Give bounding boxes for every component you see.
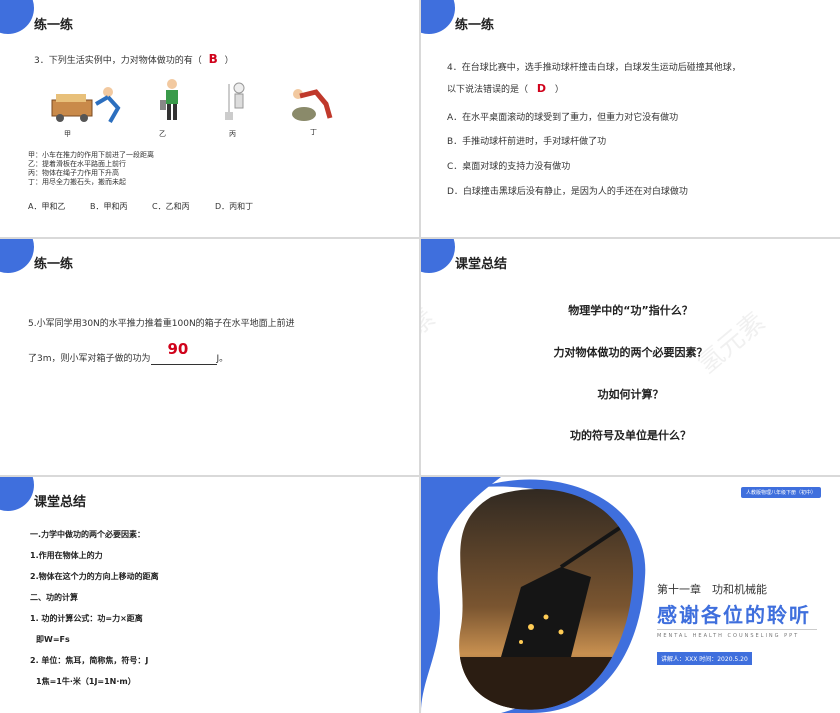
figure-label: 丙 (229, 130, 236, 138)
summary-line: 1. 功的计算公式：功=力×距离 (30, 614, 143, 623)
corner-decoration (421, 239, 455, 273)
figure-person-carrying (160, 79, 178, 120)
slide-5[interactable]: 课堂总结 一.力学中做功的两个必要因素： 1.作用在物体上的力 2.物体在这个力… (0, 477, 419, 713)
corner-decoration (0, 239, 34, 273)
slide-title: 练一练 (455, 18, 495, 33)
slide-6[interactable]: 人教版物理八年级下册（初中） 第十一章 功和机械能 感谢各位的聆听 MENTAL… (421, 477, 840, 713)
corner-decoration (421, 0, 455, 34)
slide-title: 课堂总结 (34, 495, 87, 510)
option-b: B．手推动球杆前进时，手对球杆做了功 (447, 137, 607, 147)
question-line-2: 以下说法错误的是（ D ） (447, 82, 564, 95)
figure-cart-push (51, 87, 121, 123)
figure-lift-stone (292, 89, 333, 121)
summary-line: 2.物体在这个力的方向上移动的距离 (30, 572, 159, 581)
corner-decoration (0, 0, 34, 34)
summary-line: 一.力学中做功的两个必要因素： (30, 530, 146, 539)
summary-line: 1焦=1牛·米（1J=1N·m） (36, 677, 136, 686)
cover-image (421, 477, 646, 713)
figure-label: 乙 (159, 130, 166, 138)
summary-line: 1.作用在物体上的力 (30, 551, 103, 560)
question-line-1: 4．在台球比赛中，选手推动球杆撞击白球，白球发生运动后碰撞其他球， (447, 63, 741, 73)
summary-question-4: 功的符号及单位是什么？ (570, 429, 691, 442)
corner-decoration (0, 477, 34, 511)
summary-question-2: 力对物体做功的两个必要因素？ (553, 346, 708, 359)
slide-title: 练一练 (34, 257, 74, 272)
figure-label: 丁 (310, 128, 317, 136)
option-a: A．甲和乙 (28, 202, 66, 211)
summary-question-1: 物理学中的“功”指什么？ (568, 304, 693, 317)
answer-text: D (536, 82, 547, 95)
option-c: C．桌面对球的支持力没有做功 (447, 162, 571, 172)
question-line-1: 5.小军同学用30N的水平推力推着重100N的箱子在水平地面上前进 (28, 319, 295, 329)
summary-question-3: 功如何计算？ (597, 388, 664, 401)
option-d: D．白球撞击黑球后没有静止，是因为人的手还在对白球做功 (447, 187, 688, 197)
figure-label: 甲 (64, 130, 71, 138)
slide-4[interactable]: 课堂总结 氢元素 氢元素 物理学中的“功”指什么？ 力对物体做功的两个必要因素？… (421, 239, 840, 475)
option-b: B．甲和丙 (90, 202, 128, 211)
question-text: 3．下列生活实例中，力对物体做功的有（ B ） (34, 52, 234, 66)
question-line-2: 了3m，则小军对箱子做的功为 90 J。 (28, 340, 229, 365)
badge: 人教版物理八年级下册（初中） (741, 487, 822, 498)
thanks-title: 感谢各位的聆听 (657, 603, 811, 627)
divider (657, 629, 817, 630)
speaker-info: 讲解人：XXX 时间：2020.5.20 (657, 652, 752, 665)
slide-3[interactable]: 练一练 5.小军同学用30N的水平推力推着重100N的箱子在水平地面上前进 了3… (0, 239, 419, 475)
summary-line: 即W=Fs (36, 635, 70, 644)
description-line: 丁：用尽全力搬石头，搬而未起 (28, 178, 126, 186)
slide-1[interactable]: 练一练 3．下列生活实例中，力对物体做功的有（ B ） 甲 乙 丙 丁 甲：小车… (0, 0, 419, 237)
slide-title: 课堂总结 (455, 257, 508, 272)
answer-text: 90 (167, 340, 189, 358)
answer-text: B (208, 52, 218, 66)
figure-rope-lift (225, 82, 245, 120)
english-subtitle: MENTAL HEALTH COUNSELING PPT (657, 633, 800, 639)
option-c: C．乙和丙 (152, 202, 190, 211)
slide-2[interactable]: 练一练 4．在台球比赛中，选手推动球杆撞击白球，白球发生运动后碰撞其他球， 以下… (421, 0, 840, 237)
option-d: D．丙和丁 (215, 202, 254, 211)
option-a: A．在水平桌面滚动的球受到了重力，但重力对它没有做功 (447, 113, 679, 123)
summary-line: 二、功的计算 (30, 593, 78, 602)
summary-line: 2. 单位：焦耳，简称焦，符号：J (30, 656, 149, 665)
chapter-title: 第十一章 功和机械能 (657, 583, 767, 596)
slide-title: 练一练 (34, 18, 74, 33)
